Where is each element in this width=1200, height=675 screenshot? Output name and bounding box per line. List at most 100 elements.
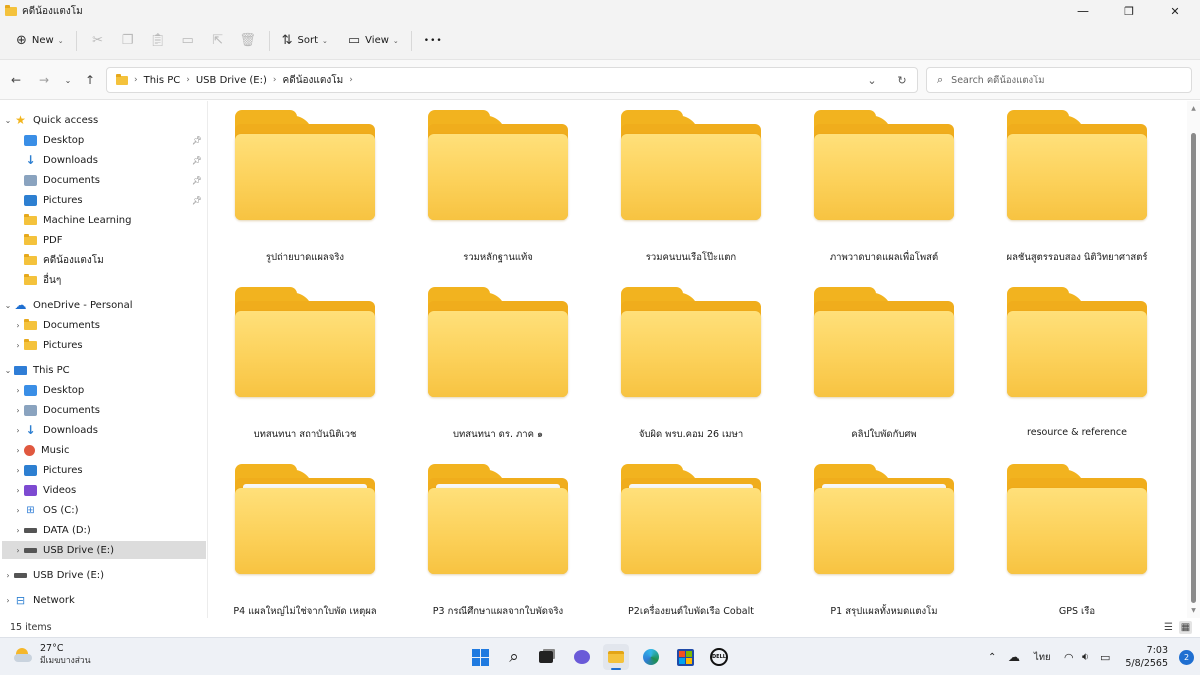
delete-icon[interactable]: 🗑︎	[233, 27, 263, 55]
refresh-icon[interactable]: ↻	[887, 74, 917, 87]
sidebar-item-pictures[interactable]: Pictures 📌︎	[2, 191, 206, 209]
show-hidden-icons-chevron-icon[interactable]: ⌃	[988, 638, 996, 675]
sidebar-quick-access[interactable]: ⌄ ★ Quick access	[2, 111, 206, 129]
up-arrow-icon[interactable]: ↑	[80, 70, 100, 90]
sidebar-item-current-case[interactable]: คดีน้องแตงโม	[2, 251, 206, 269]
folder-item[interactable]: รูปถ่ายบาดแผลจริง	[209, 101, 389, 271]
scrollbar-thumb[interactable]	[1191, 133, 1196, 603]
chevron-down-icon[interactable]: ⌄	[857, 74, 887, 87]
sidebar-item-pc-downloads[interactable]: › ↓ Downloads	[2, 421, 206, 439]
start-button[interactable]	[467, 644, 493, 670]
minimize-button[interactable]: —	[1060, 0, 1106, 22]
chevron-right-icon[interactable]: ›	[12, 426, 24, 435]
breadcrumb-usb-drive[interactable]: USB Drive (E:)	[196, 75, 267, 86]
folder-item[interactable]: บทสนทนา ดร. ภาค ๑	[402, 278, 582, 448]
recent-locations-chevron-icon[interactable]: ⌄	[58, 70, 78, 90]
view-button[interactable]: ▭ View ⌄	[342, 27, 405, 55]
paste-icon[interactable]: 📋︎	[143, 27, 173, 55]
sidebar-item-onedrive-documents[interactable]: › Documents	[2, 316, 206, 334]
sidebar-item-drive-d[interactable]: › DATA (D:)	[2, 521, 206, 539]
folder-item[interactable]: จับผิด พรบ.คอม 26 เมษา	[595, 278, 775, 448]
teams-chat-icon[interactable]	[569, 644, 595, 670]
cut-icon[interactable]: ✂	[83, 27, 113, 55]
details-view-icon[interactable]: ☰	[1162, 621, 1175, 634]
folder-item[interactable]: P1 สรุปแผลทั้งหมดแตงโม	[788, 455, 968, 625]
chevron-right-icon[interactable]: ›	[273, 75, 277, 85]
chevron-down-icon[interactable]: ⌄	[2, 366, 14, 375]
maximize-button[interactable]: ❐	[1106, 0, 1152, 22]
folder-item[interactable]: P2เครื่องยนต์ใบพัดเรือ Cobalt	[595, 455, 775, 625]
weather-widget[interactable]: 27°C มีเมฆบางส่วน	[14, 643, 91, 667]
more-button[interactable]: •••	[418, 27, 449, 55]
chevron-right-icon[interactable]: ›	[2, 596, 14, 605]
search-input[interactable]	[951, 74, 1172, 86]
folder-item[interactable]: รวมหลักฐานแท้จ	[402, 101, 582, 271]
folder-item[interactable]: P4 แผลใหญ่ไม่ใช่จากใบพัด เหตุผล	[209, 455, 389, 625]
chevron-right-icon[interactable]: ›	[12, 446, 24, 455]
edge-icon[interactable]	[638, 644, 664, 670]
notification-badge[interactable]: 2	[1179, 650, 1194, 665]
chevron-right-icon[interactable]: ›	[12, 546, 24, 555]
sidebar-item-pc-desktop[interactable]: › Desktop	[2, 381, 206, 399]
sidebar-item-desktop[interactable]: Desktop 📌︎	[2, 131, 206, 149]
sidebar-item-downloads[interactable]: ↓ Downloads 📌︎	[2, 151, 206, 169]
folder-item[interactable]: GPS เรือ	[981, 455, 1161, 625]
sidebar-item-machine-learning[interactable]: Machine Learning	[2, 211, 206, 229]
address-bar[interactable]: › This PC › USB Drive (E:) › คดีน้องแตงโ…	[106, 67, 918, 93]
onedrive-cloud-icon[interactable]: ☁	[1008, 638, 1020, 675]
sidebar-onedrive[interactable]: ⌄ ☁ OneDrive - Personal	[2, 296, 206, 314]
sort-button[interactable]: ⇅ Sort ⌄	[276, 27, 334, 55]
sidebar-item-pc-pictures[interactable]: › Pictures	[2, 461, 206, 479]
rename-icon[interactable]: ▭	[173, 27, 203, 55]
sidebar-network[interactable]: › ⊟ Network	[2, 591, 206, 609]
sidebar-item-drive-c[interactable]: › ⊞ OS (C:)	[2, 501, 206, 519]
folder-item[interactable]: บทสนทนา สถาบันนิติเวช	[209, 278, 389, 448]
file-explorer-icon[interactable]	[603, 644, 629, 670]
chevron-right-icon[interactable]: ›	[12, 506, 24, 515]
chevron-down-icon[interactable]: ⌄	[2, 116, 14, 125]
scroll-up-icon[interactable]: ▲	[1187, 105, 1200, 112]
breadcrumb-this-pc[interactable]: This PC	[144, 75, 181, 86]
search-box[interactable]: ⌕	[926, 67, 1192, 93]
sidebar-item-documents[interactable]: Documents 📌︎	[2, 171, 206, 189]
chevron-right-icon[interactable]: ›	[134, 75, 138, 85]
breadcrumb-current-folder[interactable]: คดีน้องแตงโม	[283, 73, 344, 88]
sidebar-item-pc-videos[interactable]: › Videos	[2, 481, 206, 499]
chevron-right-icon[interactable]: ›	[12, 466, 24, 475]
chevron-right-icon[interactable]: ›	[12, 526, 24, 535]
chevron-right-icon[interactable]: ›	[349, 75, 353, 85]
sidebar-item-pdf[interactable]: PDF	[2, 231, 206, 249]
task-view-icon[interactable]	[533, 644, 559, 670]
vertical-scrollbar[interactable]: ▲ ▼	[1187, 101, 1200, 618]
sidebar-item-drive-e[interactable]: › USB Drive (E:)	[2, 541, 206, 559]
input-language[interactable]: ไทย	[1034, 638, 1051, 675]
search-taskbar-icon[interactable]: ⌕	[501, 644, 527, 670]
new-button[interactable]: ⊕ New ⌄	[10, 27, 70, 55]
sidebar-item-pc-documents[interactable]: › Documents	[2, 401, 206, 419]
volume-icon[interactable]: 🔉︎	[1082, 638, 1089, 675]
chevron-right-icon[interactable]: ›	[186, 75, 190, 85]
folder-item[interactable]: resource & reference	[981, 278, 1161, 448]
chevron-right-icon[interactable]: ›	[12, 386, 24, 395]
scroll-down-icon[interactable]: ▼	[1187, 607, 1200, 614]
chevron-right-icon[interactable]: ›	[12, 406, 24, 415]
dell-icon[interactable]: DELL	[706, 644, 732, 670]
copy-icon[interactable]: ❐	[113, 27, 143, 55]
sidebar-item-pc-music[interactable]: › Music	[2, 441, 206, 459]
back-arrow-icon[interactable]: ←	[6, 70, 26, 90]
chevron-down-icon[interactable]: ⌄	[2, 301, 14, 310]
folder-item[interactable]: P3 กรณีศึกษาแผลจากใบพัดจริง	[402, 455, 582, 625]
folder-item[interactable]: ภาพวาดบาดแผลเพื่อโพสต์	[788, 101, 968, 271]
share-icon[interactable]: ⇱	[203, 27, 233, 55]
sidebar-this-pc[interactable]: ⌄ This PC	[2, 361, 206, 379]
sidebar-item-others[interactable]: อื่นๆ	[2, 271, 206, 289]
chevron-right-icon[interactable]: ›	[12, 321, 24, 330]
chevron-right-icon[interactable]: ›	[12, 486, 24, 495]
store-icon[interactable]	[672, 644, 698, 670]
tiles-view-icon[interactable]: ▦	[1179, 621, 1192, 634]
close-button[interactable]: ✕	[1152, 0, 1198, 22]
chevron-right-icon[interactable]: ›	[12, 341, 24, 350]
folder-item[interactable]: ผลชันสูตรรอบสอง นิติวิทยาศาสตร์	[981, 101, 1161, 271]
clock[interactable]: 7:03 5/8/2565	[1125, 644, 1168, 670]
folder-item[interactable]: คลิปใบพัดกับศพ	[788, 278, 968, 448]
